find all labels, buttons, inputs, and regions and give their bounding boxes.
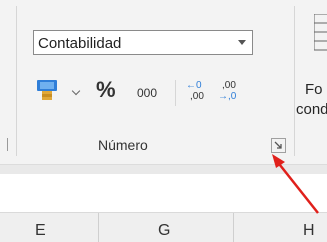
increase-decimals-bottom: ,00 bbox=[190, 91, 204, 102]
accounting-format-button[interactable] bbox=[35, 77, 85, 103]
number-format-dropdown[interactable]: Contabilidad bbox=[33, 30, 253, 55]
column-divider[interactable] bbox=[98, 213, 99, 242]
group-label: Número bbox=[98, 137, 148, 153]
conditional-format-icon[interactable] bbox=[314, 14, 327, 54]
conditional-format-label-line1[interactable]: Fo bbox=[305, 81, 323, 98]
number-format-value: Contabilidad bbox=[38, 35, 122, 52]
group-separator-right bbox=[294, 6, 295, 156]
ribbon: Contabilidad % 000 ←0 ,00 ,00 →,0 Número bbox=[0, 0, 327, 164]
column-header-h[interactable]: H bbox=[303, 222, 315, 240]
column-header-g[interactable]: G bbox=[158, 222, 170, 240]
launcher-arrow-icon bbox=[274, 141, 282, 149]
column-headers: E G H bbox=[0, 213, 327, 242]
increase-decimals-top: ←0 bbox=[186, 80, 202, 91]
increase-decimal-button[interactable]: ←0 ,00 bbox=[186, 80, 210, 106]
decrease-decimals-top: ,00 bbox=[222, 80, 236, 91]
currency-icon bbox=[37, 80, 57, 100]
column-divider[interactable] bbox=[233, 213, 234, 242]
group-separator-left bbox=[16, 6, 17, 156]
chevron-down-icon[interactable] bbox=[71, 86, 81, 96]
thousands-label: 000 bbox=[137, 86, 158, 100]
comma-style-button[interactable]: 000 bbox=[137, 86, 157, 100]
decrease-decimal-button[interactable]: ,00 →,0 bbox=[218, 80, 242, 106]
decrease-decimals-bottom: →,0 bbox=[218, 91, 237, 102]
previous-group-launcher-icon[interactable] bbox=[0, 138, 8, 151]
conditional-format-label-line2[interactable]: cond bbox=[296, 101, 327, 118]
percent-label: % bbox=[96, 77, 116, 102]
ribbon-bottom-gap bbox=[0, 164, 327, 174]
button-divider bbox=[175, 80, 176, 106]
formula-bar[interactable] bbox=[0, 174, 327, 213]
column-header-e[interactable]: E bbox=[35, 222, 46, 240]
dialog-launcher-icon[interactable] bbox=[271, 138, 286, 153]
chevron-down-icon[interactable] bbox=[238, 40, 246, 45]
percent-style-button[interactable]: % bbox=[96, 77, 116, 103]
